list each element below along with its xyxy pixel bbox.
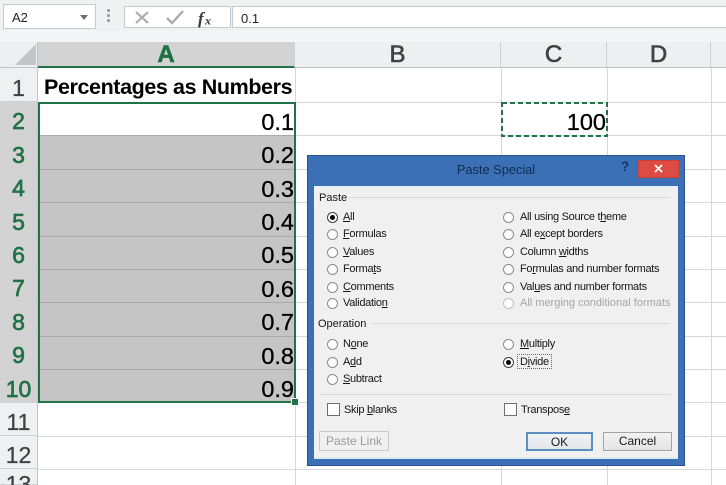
svg-text:x: x (204, 14, 211, 28)
